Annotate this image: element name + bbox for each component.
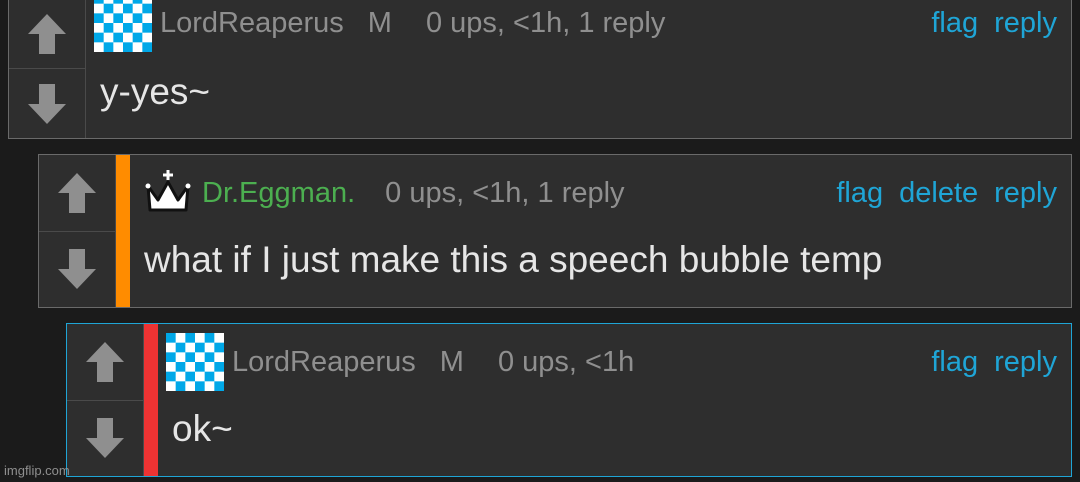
- comment-body: LordReaperus M 0 ups, <1h flag reply ok~: [158, 324, 1071, 476]
- vote-column: [39, 155, 116, 307]
- comment-actions: flag delete reply: [836, 169, 1057, 217]
- reply-accent-bar: [144, 324, 158, 476]
- comment: LordReaperus M 0 ups, <1h flag reply ok~: [66, 323, 1072, 477]
- gender-label: M: [367, 6, 392, 39]
- flag-link[interactable]: flag: [931, 346, 978, 379]
- reply-link[interactable]: reply: [994, 7, 1057, 40]
- upvote-button[interactable]: [9, 0, 85, 68]
- arrow-up-icon: [55, 171, 99, 215]
- comment-header: LordReaperus M 0 ups, <1h, 1 reply: [94, 0, 1071, 47]
- comment-actions: flag reply: [931, 338, 1057, 386]
- upvote-button[interactable]: [67, 324, 143, 400]
- crown-icon: [145, 170, 191, 212]
- checker-avatar-icon[interactable]: [166, 333, 224, 391]
- vote-column: [67, 324, 144, 476]
- downvote-button[interactable]: [9, 68, 85, 138]
- username[interactable]: LordReaperus: [160, 7, 344, 40]
- vote-column: [9, 0, 86, 138]
- gender-label: M: [439, 345, 464, 378]
- comment-meta: 0 ups, <1h: [497, 345, 635, 378]
- comment-text: y-yes~: [100, 71, 211, 112]
- arrow-down-icon: [25, 82, 69, 126]
- comment-body: LordReaperus M 0 ups, <1h, 1 reply flag …: [86, 0, 1071, 138]
- username[interactable]: Dr.Eggman.: [202, 177, 355, 210]
- comment-meta: 0 ups, <1h, 1 reply: [425, 6, 666, 39]
- comment-text: ok~: [172, 408, 233, 449]
- comment-actions: flag reply: [931, 0, 1057, 47]
- username[interactable]: LordReaperus: [232, 346, 416, 379]
- reply-accent-bar: [116, 155, 130, 307]
- comment-text: what if I just make this a speech bubble…: [144, 239, 883, 280]
- flag-link[interactable]: flag: [931, 7, 978, 40]
- flag-link[interactable]: flag: [836, 177, 883, 210]
- delete-link[interactable]: delete: [899, 177, 978, 210]
- arrow-down-icon: [55, 247, 99, 291]
- comment: Dr.Eggman. 0 ups, <1h, 1 reply flag dele…: [38, 154, 1072, 308]
- arrow-down-icon: [83, 416, 127, 460]
- comment-meta: 0 ups, <1h, 1 reply: [385, 176, 625, 209]
- reply-link[interactable]: reply: [994, 177, 1057, 210]
- downvote-button[interactable]: [67, 399, 143, 477]
- arrow-up-icon: [83, 340, 127, 384]
- upvote-button[interactable]: [39, 155, 115, 231]
- reply-link[interactable]: reply: [994, 346, 1057, 379]
- checker-avatar-icon[interactable]: [94, 0, 152, 52]
- comment: LordReaperus M 0 ups, <1h, 1 reply flag …: [8, 0, 1072, 139]
- arrow-up-icon: [25, 12, 69, 56]
- watermark: imgflip.com: [4, 463, 70, 478]
- comment-body: Dr.Eggman. 0 ups, <1h, 1 reply flag dele…: [130, 155, 1071, 307]
- downvote-button[interactable]: [39, 230, 115, 308]
